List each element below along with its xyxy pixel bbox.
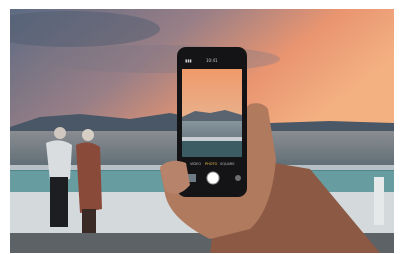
camera-status-left: ▮▮▮ bbox=[185, 58, 192, 63]
camera-mode-photo[interactable]: PHOTO bbox=[205, 162, 218, 166]
camera-mode-square[interactable]: SQUARE bbox=[220, 162, 235, 166]
railing-post bbox=[374, 177, 384, 225]
camera-status-center: 10:41 bbox=[206, 58, 218, 63]
camera-shutter-icon[interactable] bbox=[206, 171, 220, 185]
scene-svg: ▮▮▮ 10:41 VIDEO PHOTO SQUARE bbox=[10, 9, 394, 253]
photo-scene: ▮▮▮ 10:41 VIDEO PHOTO SQUARE bbox=[10, 9, 394, 253]
camera-mode-video[interactable]: VIDEO bbox=[190, 162, 201, 166]
camera-switch-icon[interactable] bbox=[235, 175, 241, 181]
